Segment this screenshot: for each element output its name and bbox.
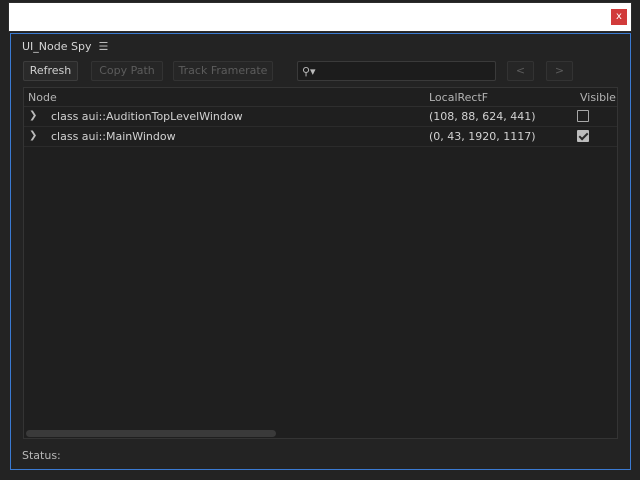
toolbar: Refresh Copy Path Track Framerate ⚲▾ < > (23, 61, 623, 81)
search-input[interactable]: ⚲▾ (297, 61, 496, 81)
tree-row[interactable]: ❯ class aui::AuditionTopLevelWindow (108… (24, 107, 617, 127)
close-button[interactable]: x (611, 9, 627, 25)
node-name: class aui::AuditionTopLevelWindow (51, 110, 243, 123)
search-icon: ⚲▾ (302, 65, 316, 78)
expand-chevron-icon[interactable]: ❯ (29, 110, 37, 121)
visible-checkbox[interactable] (577, 130, 589, 142)
refresh-button[interactable]: Refresh (23, 61, 78, 81)
ui-node-spy-panel: UI_Node Spy ☰ Refresh Copy Path Track Fra… (10, 33, 631, 470)
column-header-node[interactable]: Node (28, 91, 57, 104)
node-name: class aui::MainWindow (51, 130, 176, 143)
tree-row[interactable]: ❯ class aui::MainWindow (0, 43, 1920, 11… (24, 127, 617, 147)
copy-path-button[interactable]: Copy Path (91, 61, 163, 81)
next-button[interactable]: > (546, 61, 573, 81)
node-rect: (0, 43, 1920, 1117) (429, 130, 536, 143)
close-icon: x (616, 11, 622, 22)
column-header-localrectf[interactable]: LocalRectF (429, 91, 488, 104)
track-framerate-button[interactable]: Track Framerate (173, 61, 273, 81)
panel-title: UI_Node Spy (22, 40, 92, 53)
node-tree[interactable]: Node LocalRectF Visible ❯ class aui::Aud… (23, 87, 618, 439)
node-rect: (108, 88, 624, 441) (429, 110, 536, 123)
window-titlebar: x (8, 2, 632, 32)
prev-button[interactable]: < (507, 61, 534, 81)
column-header-visible[interactable]: Visible (580, 91, 616, 104)
status-label: Status: (22, 449, 61, 462)
horizontal-scrollbar[interactable] (26, 430, 276, 437)
panel-header: UI_Node Spy ☰ (22, 40, 108, 53)
tree-header: Node LocalRectF Visible (24, 88, 617, 107)
visible-checkbox[interactable] (577, 110, 589, 122)
hamburger-menu-icon[interactable]: ☰ (98, 40, 108, 53)
expand-chevron-icon[interactable]: ❯ (29, 130, 37, 141)
